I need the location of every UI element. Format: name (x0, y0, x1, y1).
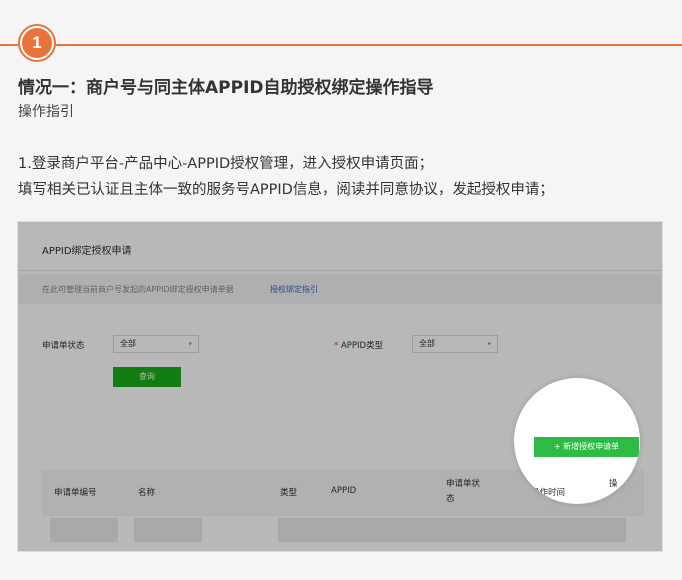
spotlight-circle: + 新增授权申请单 最后操作时间 操 作 (514, 378, 640, 504)
col-op-line2: 作 (609, 494, 618, 504)
instruction-line-2: 填写相关已认证且主体一致的服务号APPID信息，阅读并同意协议，发起授权申请； (18, 182, 554, 198)
instruction-line-1: 1.登录商户平台-产品中心-APPID授权管理，进入授权申请页面； (18, 156, 434, 172)
step-number: 1 (22, 28, 52, 58)
section-subheading: 操作指引 (18, 104, 74, 120)
section-heading: 情况一：商户号与同主体APPID自助授权绑定操作指导 (18, 78, 434, 98)
col-last-op: 最后操作时间 (514, 488, 566, 498)
new-authorization-button[interactable]: + 新增授权申请单 (534, 437, 639, 457)
step-badge: 1 (18, 24, 56, 62)
screenshot-panel: APPID绑定授权申请 在此可管理当前商户号发起的APPID绑定授权申请单据 授… (17, 221, 663, 552)
col-op-line1: 操 (609, 479, 618, 489)
step-divider (0, 44, 682, 46)
